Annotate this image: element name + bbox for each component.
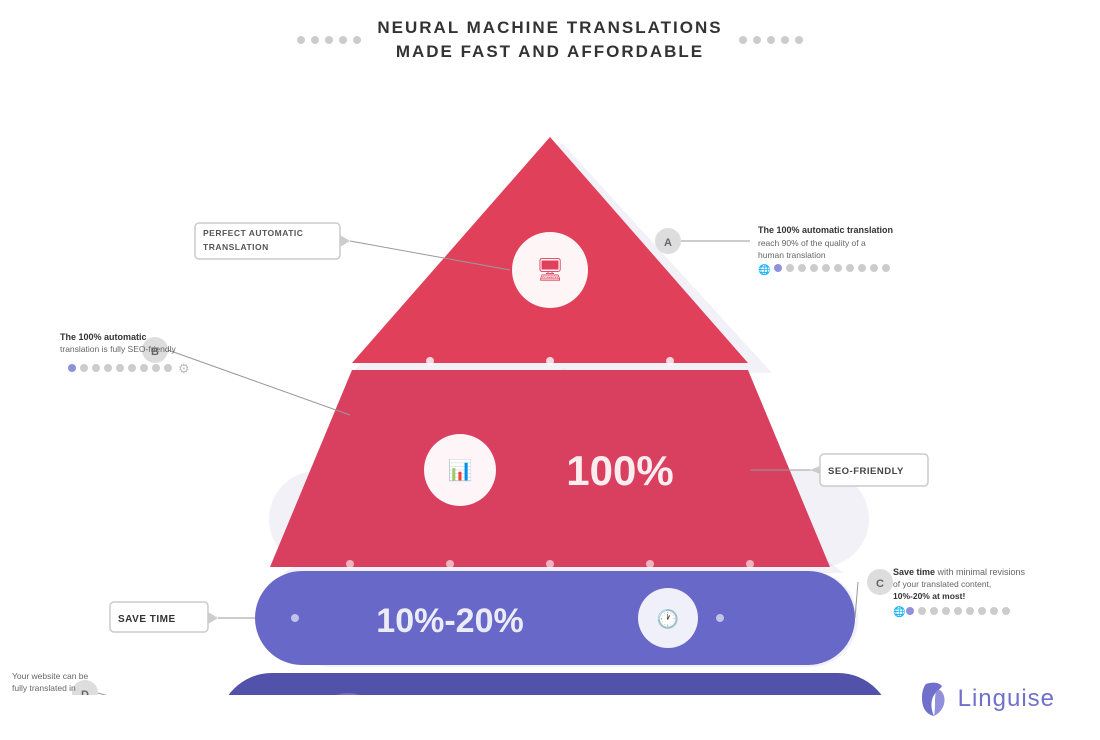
svg-text:Save time with minimal revisio: Save time with minimal revisions xyxy=(893,567,1026,577)
svg-text:TRANSLATION: TRANSLATION xyxy=(203,242,269,252)
header-dots-right xyxy=(739,36,803,44)
svg-text:fully translated in: fully translated in xyxy=(12,683,76,693)
svg-text:human translation: human translation xyxy=(758,250,826,260)
svg-text:D: D xyxy=(81,689,89,695)
level4-bar xyxy=(218,673,892,695)
level3-bar xyxy=(255,571,855,665)
svg-text:100%: 100% xyxy=(566,447,673,494)
svg-text:🌐: 🌐 xyxy=(758,263,770,276)
svg-text:SEO-FRIENDLY: SEO-FRIENDLY xyxy=(828,466,904,477)
linguise-logo-icon xyxy=(918,680,950,718)
svg-text:reach 90% of the quality of a: reach 90% of the quality of a xyxy=(758,238,866,248)
pyramid-svg: 🖥 📊 100% 🕐 10%-20% 🌐 80 Language in 15mi… xyxy=(0,55,1100,695)
svg-text:C: C xyxy=(876,578,884,590)
svg-text:🕐: 🕐 xyxy=(657,608,679,629)
svg-text:🌐: 🌐 xyxy=(893,605,905,618)
svg-text:The 100% automatic translation: The 100% automatic translation xyxy=(758,225,893,235)
linguise-brand-name: Linguise xyxy=(958,685,1055,713)
linguise-logo: Linguise xyxy=(918,680,1055,718)
svg-text:10%-20%: 10%-20% xyxy=(376,602,523,640)
svg-text:10%-20% at most!: 10%-20% at most! xyxy=(893,591,965,601)
svg-text:translation is fully SEO-frien: translation is fully SEO-friendly xyxy=(60,344,176,354)
svg-text:🖥: 🖥 xyxy=(536,257,564,282)
svg-text:The 100% automatic: The 100% automatic xyxy=(60,332,147,342)
svg-text:PERFECT AUTOMATIC: PERFECT AUTOMATIC xyxy=(203,228,303,238)
svg-text:⚙: ⚙ xyxy=(178,361,190,376)
level2-trapezoid xyxy=(270,370,830,567)
svg-text:📊: 📊 xyxy=(448,458,473,482)
svg-text:SAVE TIME: SAVE TIME xyxy=(118,614,176,625)
svg-text:Your website can be: Your website can be xyxy=(12,671,89,681)
header-dots-left xyxy=(297,36,361,44)
svg-text:A: A xyxy=(664,237,672,249)
svg-text:of your translated content,: of your translated content, xyxy=(893,579,991,589)
